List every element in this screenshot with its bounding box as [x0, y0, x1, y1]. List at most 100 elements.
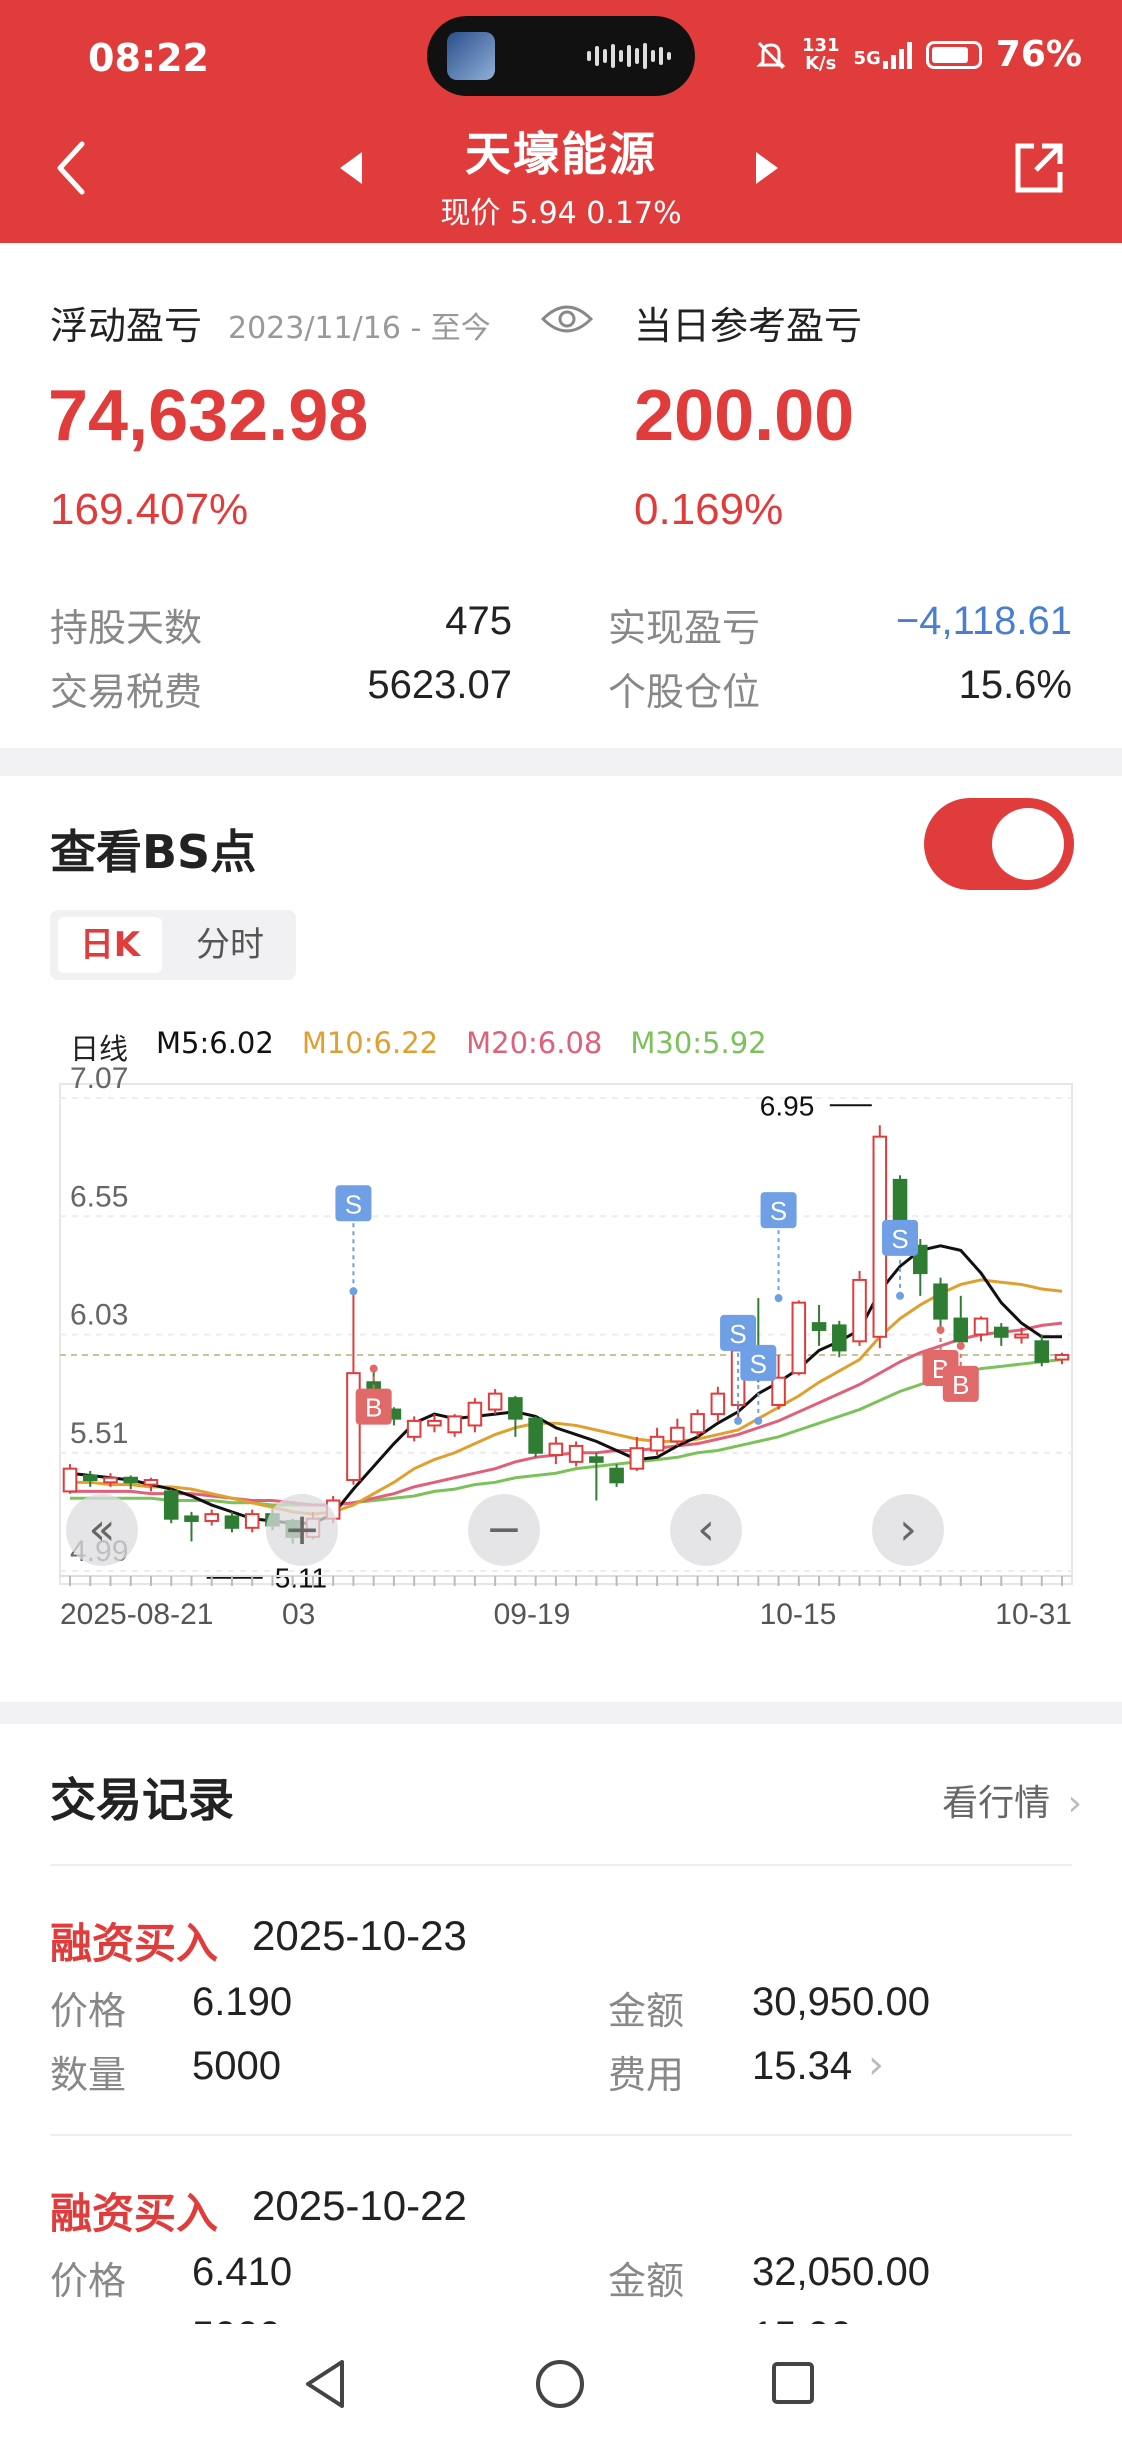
pnl-summary-card: 浮动盈亏 2023/11/16 - 至今 当日参考盈亏 74,632.98 20… — [0, 243, 1122, 748]
bs-marker-s: S — [335, 1185, 372, 1296]
daily-pnl-value: 200.00 — [634, 376, 855, 456]
fees-value: 5623.07 — [367, 663, 512, 707]
bs-marker-label: B — [952, 1370, 969, 1400]
trade-records-card: 交易记录 看行情 › 融资买入 2025-10-23 价格 6.190 金额 3… — [0, 1724, 1122, 2367]
daily-pnl-label: 当日参考盈亏 — [634, 304, 863, 348]
realized-pnl-value: −4,118.61 — [895, 599, 1072, 643]
candle-body — [528, 1417, 543, 1454]
position-value: 15.6% — [958, 663, 1072, 707]
candle — [791, 1300, 807, 1376]
candle — [406, 1416, 422, 1442]
bs-marker-dot — [349, 1287, 358, 1296]
system-nav-bar — [0, 2324, 1122, 2442]
candle — [123, 1475, 139, 1490]
back-icon[interactable] — [302, 2358, 350, 2410]
status-time: 08:22 — [88, 36, 209, 80]
candle-body — [710, 1392, 726, 1416]
zoom-in-button[interactable]: + — [266, 1494, 338, 1566]
records-title: 交易记录 — [50, 1773, 234, 1827]
price-value: 6.410 — [192, 2250, 293, 2294]
min-price-label: 5.11 — [275, 1563, 327, 1594]
record-type: 融资买入 — [50, 2189, 219, 2238]
candle-body — [467, 1401, 483, 1427]
dynamic-island[interactable] — [427, 16, 695, 96]
candle — [447, 1414, 462, 1437]
candle-body — [771, 1376, 786, 1406]
share-icon[interactable] — [1010, 140, 1066, 196]
candle — [690, 1409, 705, 1437]
candle — [589, 1452, 604, 1501]
fee-label: 费用 — [608, 2053, 685, 2097]
battery-level: 76% — [995, 34, 1082, 75]
divider — [50, 2134, 1072, 2136]
candle — [204, 1509, 219, 1526]
candle-body — [1034, 1340, 1050, 1363]
candle-body — [62, 1467, 78, 1493]
candle-body — [811, 1322, 827, 1331]
y-tick-label: 6.55 — [70, 1180, 128, 1213]
candle — [528, 1416, 543, 1458]
candle — [832, 1320, 847, 1358]
candle-body — [568, 1444, 584, 1463]
stock-name: 天壕能源 — [465, 127, 657, 181]
eye-icon[interactable] — [540, 299, 594, 339]
next-stock-icon[interactable] — [756, 152, 778, 184]
control-button-icon: › — [899, 1504, 917, 1555]
control-button-icon: ‹ — [697, 1504, 715, 1555]
candle-body — [933, 1283, 948, 1320]
position-label: 个股仓位 — [608, 670, 761, 714]
candle-body — [224, 1515, 240, 1529]
ma20-line — [70, 1321, 1063, 1507]
bs-marker-s: S — [760, 1192, 797, 1303]
x-tick-label: 2025-08-21 — [60, 1598, 213, 1631]
candle — [346, 1291, 361, 1485]
kline-chart[interactable]: 7.076.556.035.514.996.955.11SBSSSSBB2025… — [0, 1056, 1122, 1656]
candle-body — [629, 1447, 645, 1470]
battery-icon — [925, 40, 982, 69]
qty-label: 数量 — [50, 2053, 127, 2097]
home-icon[interactable] — [534, 2358, 586, 2410]
divider — [50, 1864, 1072, 1866]
candle-body — [1054, 1353, 1070, 1361]
control-button-icon: « — [89, 1504, 116, 1555]
scroll-left-button[interactable]: ‹ — [670, 1494, 742, 1566]
candle-body — [649, 1435, 665, 1452]
recents-icon[interactable] — [770, 2360, 816, 2406]
candle — [184, 1511, 199, 1542]
qty-value: 5000 — [192, 2044, 281, 2088]
zoom-out-button[interactable]: − — [468, 1494, 540, 1566]
candle — [649, 1427, 665, 1456]
scroll-right-button[interactable]: › — [872, 1494, 944, 1566]
candle-body — [508, 1397, 523, 1420]
price-value: 6.190 — [192, 1980, 293, 2024]
view-quote-link[interactable]: 看行情 › — [942, 1774, 1082, 1826]
candle-body — [589, 1456, 604, 1463]
tab-intraday[interactable]: 分时 — [180, 917, 280, 973]
candle — [710, 1386, 726, 1421]
zoom-out-left-button[interactable]: « — [66, 1494, 138, 1566]
candle-body — [103, 1476, 118, 1484]
ma5-line — [69, 1244, 1062, 1525]
price-label: 价格 — [50, 1989, 127, 2033]
bs-marker-label: S — [729, 1319, 746, 1349]
fee-detail-chevron-icon[interactable]: › — [868, 2042, 884, 2088]
bs-toggle[interactable] — [924, 798, 1074, 890]
audio-wave-icon — [587, 42, 671, 70]
candle — [629, 1436, 645, 1471]
y-tick-label: 7.07 — [70, 1062, 128, 1095]
y-tick-label: 6.03 — [70, 1299, 128, 1332]
bs-marker-dot — [369, 1364, 378, 1373]
realized-pnl-label: 实现盈亏 — [608, 606, 761, 650]
y-tick-label: 5.51 — [70, 1417, 128, 1450]
bs-marker-label: S — [345, 1189, 362, 1219]
daily-pnl-pct: 0.169% — [634, 485, 784, 534]
candle — [224, 1511, 240, 1533]
candle-body — [163, 1490, 179, 1520]
tab-daily-k[interactable]: 日K — [58, 917, 162, 973]
candle — [62, 1464, 78, 1494]
bs-marker-dot — [734, 1416, 743, 1425]
candle — [973, 1316, 989, 1342]
candle-body — [670, 1426, 685, 1443]
candle-body — [548, 1442, 564, 1457]
price-label: 价格 — [50, 2259, 127, 2303]
